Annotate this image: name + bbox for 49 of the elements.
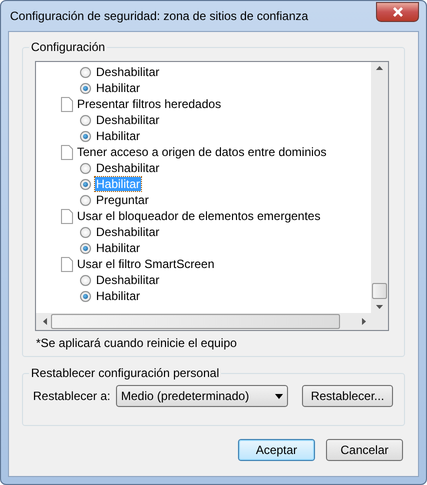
setting-label: Tener acceso a origen de datos entre dominios [77,145,326,159]
restart-note: *Se aplicará cuando reinicie el equipo [36,336,238,350]
radio-button[interactable] [80,194,91,206]
setting-label: Usar el filtro SmartScreen [77,257,214,271]
option-label[interactable]: Deshabilitar [95,161,160,175]
scroll-thumb[interactable] [51,314,340,329]
scroll-right-icon[interactable] [362,318,366,325]
option-label[interactable]: Habilitar [95,129,142,143]
level-dropdown[interactable]: Medio (predeterminado) [116,385,288,407]
document-icon [61,256,73,272]
radio-button[interactable] [80,162,91,174]
document-icon [61,144,73,160]
document-icon [61,208,73,224]
scroll-thumb[interactable] [372,283,387,299]
horizontal-scrollbar[interactable] [36,313,371,330]
scroll-left-icon[interactable] [43,318,47,325]
document-icon [61,96,73,112]
option-label[interactable]: Deshabilitar [95,113,160,127]
dialog-button[interactable]: Cancelar [326,439,403,461]
option-label[interactable]: Preguntar [95,193,150,207]
radio-button[interactable] [80,114,91,126]
group-title: Configuración [29,40,108,54]
radio-button[interactable] [80,226,91,238]
radio-button[interactable] [80,178,91,190]
close-icon [392,6,404,16]
radio-button[interactable] [80,242,91,254]
radio-button[interactable] [80,130,91,142]
radio-button[interactable] [80,66,91,78]
radio-button[interactable] [80,290,91,302]
option-label[interactable]: Habilitar [95,81,142,95]
option-label[interactable]: Deshabilitar [95,273,160,287]
caret-icon [275,394,283,398]
radio-button[interactable] [80,82,91,94]
window-title: Configuración de seguridad: zona de sitios de confianza [9,9,308,23]
vertical-scrollbar[interactable] [371,62,388,313]
reset-button[interactable]: Restablecer... [302,385,393,407]
option-label[interactable]: Habilitar [95,289,142,303]
setting-label: Usar el bloqueador de elementos emergentes [77,209,320,223]
option-label[interactable]: Habilitar [95,241,142,255]
dialog-button[interactable]: Aceptar [238,439,315,461]
option-label[interactable]: Deshabilitar [95,65,160,79]
option-label[interactable]: Deshabilitar [95,225,160,239]
radio-button[interactable] [80,274,91,286]
scroll-down-icon[interactable] [376,305,383,309]
group-title: Restablecer configuración personal [29,366,222,380]
close-button[interactable] [376,2,419,22]
scroll-up-icon[interactable] [376,66,383,70]
reset-label: Restablecer a: [33,389,112,403]
setting-label: Presentar filtros heredados [77,97,222,111]
